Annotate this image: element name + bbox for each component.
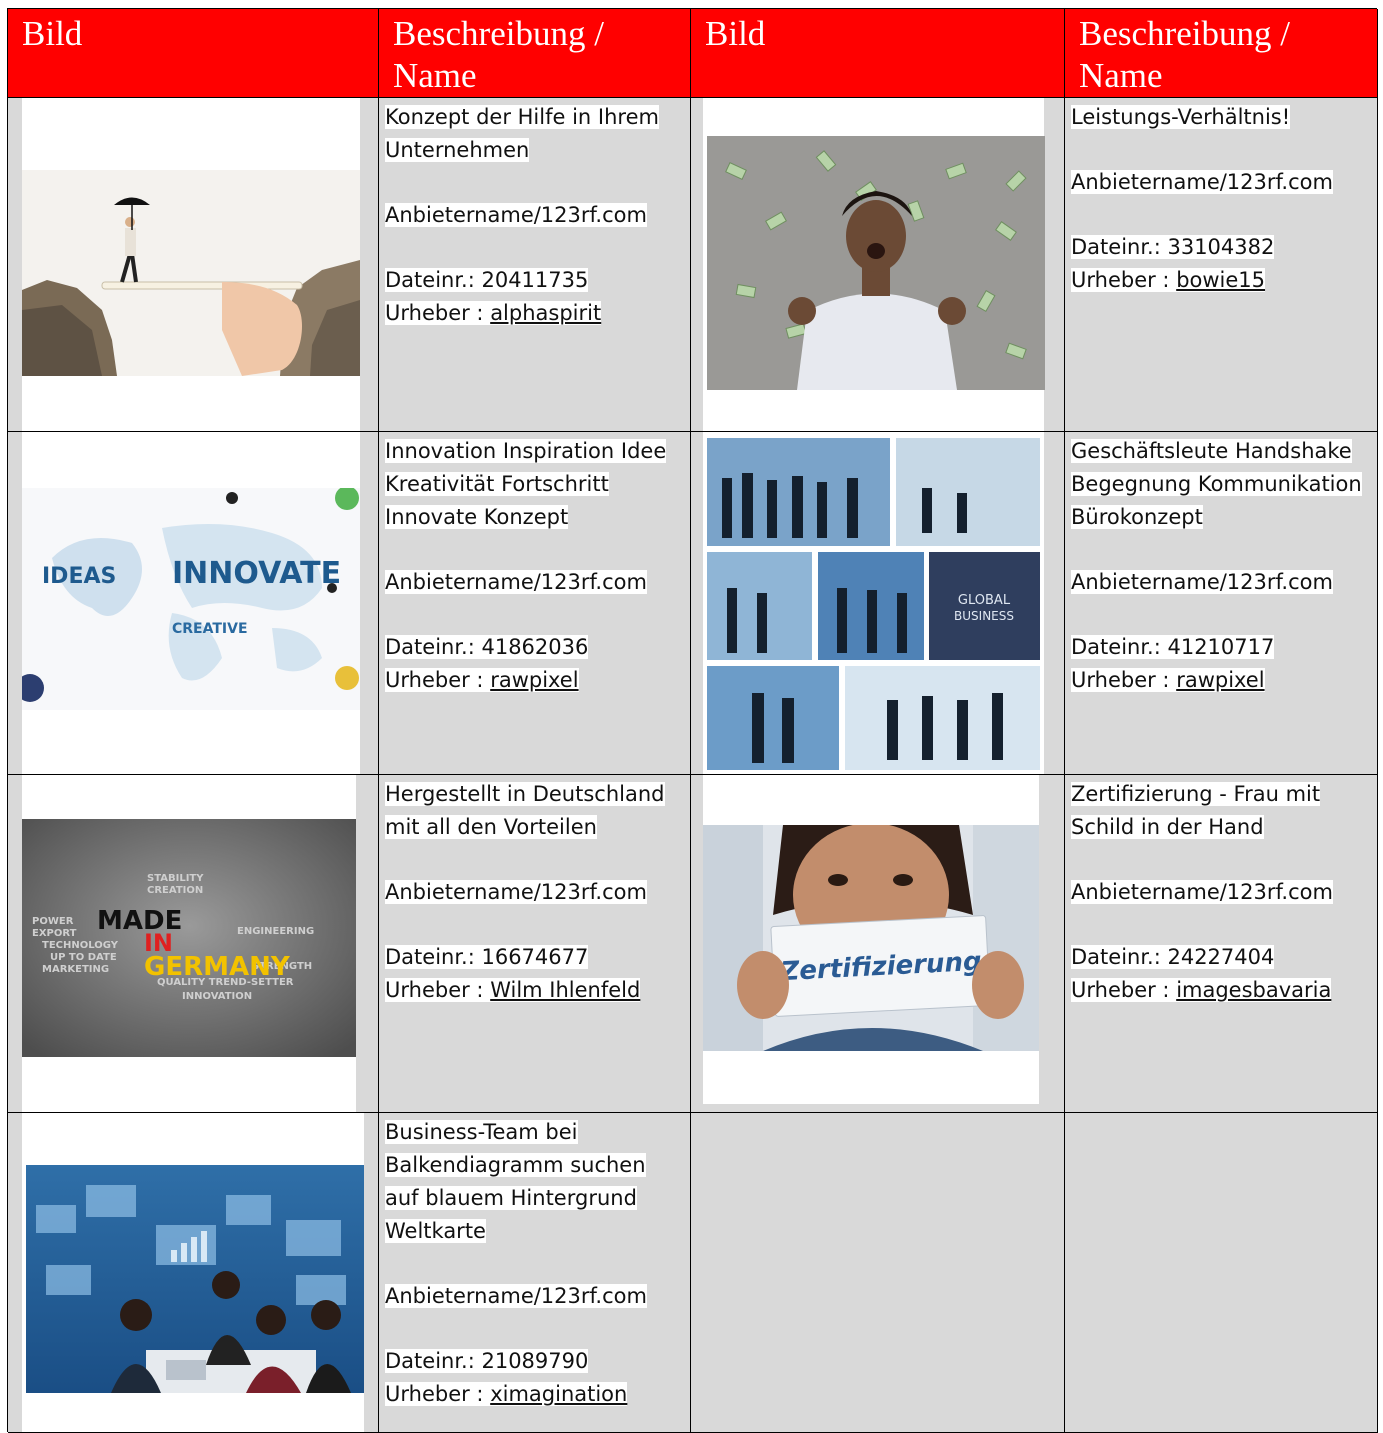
entry-title: Geschäftsleute Handshake Begegnung Kommu… — [1071, 439, 1362, 529]
empty-image-cell — [691, 1113, 1065, 1433]
entry-provider: Anbietername/123rf.com — [385, 570, 647, 594]
entry-author-label: Urheber : — [1071, 668, 1177, 692]
header-image-col-2: Bild — [691, 9, 1065, 98]
entry-file-number: Dateinr.: 21089790 — [385, 1349, 589, 1373]
global-business-collage-photo: GLOBAL BUSINESS — [707, 438, 1040, 770]
entry-author-label: Urheber : — [385, 1382, 491, 1406]
entry-title: Hergestellt in Deutschland mit all den V… — [385, 782, 665, 839]
description-cell: Geschäftsleute Handshake Begegnung Kommu… — [1065, 432, 1378, 775]
svg-text:UP TO DATE: UP TO DATE — [50, 952, 117, 963]
entry-author-link[interactable]: alphaspirit — [490, 301, 601, 325]
entry-title: Business-Team bei Balkendiagramm suchen … — [385, 1120, 646, 1243]
innovate-wordcloud-photo: INNOVATE IDEAS CREATIVE — [22, 488, 360, 710]
svg-text:IDEAS: IDEAS — [42, 564, 116, 589]
svg-text:CREATIVE: CREATIVE — [172, 621, 248, 637]
image-cell — [8, 1113, 379, 1433]
entry-author-label: Urheber : — [385, 668, 491, 692]
description-cell: Business-Team bei Balkendiagramm suchen … — [379, 1113, 691, 1433]
made-in-germany-wordcloud-photo: POWEREXPORT TECHNOLOGYUP TO DATE MARKETI… — [22, 819, 356, 1057]
entry-author-label: Urheber : — [1071, 268, 1177, 292]
entry-title: Zertifizierung - Frau mit Schild in der … — [1071, 782, 1321, 839]
entry-provider: Anbietername/123rf.com — [385, 880, 647, 904]
woman-zertifizierung-sign-photo: Zertifizierung — [703, 825, 1039, 1051]
entry-file-number: Dateinr.: 20411735 — [385, 268, 589, 292]
entry-author-link[interactable]: ximagination — [490, 1382, 627, 1406]
image-cell: INNOVATE IDEAS CREATIVE — [8, 432, 379, 775]
description-cell: Innovation Inspiration Idee Kreativität … — [379, 432, 691, 775]
entry-provider: Anbietername/123rf.com — [1071, 170, 1333, 194]
bridge-pencil-umbrella-photo — [22, 170, 360, 376]
image-cell: Zertifizierung — [691, 775, 1065, 1113]
business-team-chart-photo — [26, 1165, 364, 1393]
description-cell: Leistungs-Verhältnis! Anbietername/123rf… — [1065, 98, 1378, 432]
image-cell: POWER EXPORT TECHNOLOGY UP TO DATE MARKETI… — [8, 775, 379, 1113]
svg-text:INNOVATE: INNOVATE — [172, 556, 341, 591]
svg-text:TECHNOLOGY: TECHNOLOGY — [42, 940, 119, 951]
entry-author-label: Urheber : — [385, 301, 491, 325]
image-cell — [691, 98, 1065, 432]
svg-text:STABILITY: STABILITY — [147, 873, 204, 884]
image-credits-table: Bild Beschreibung / Name Bild Beschreibu… — [7, 8, 1378, 1433]
entry-title: Leistungs-Verhältnis! — [1071, 105, 1291, 129]
entry-author-link[interactable]: Wilm Ihlenfeld — [490, 978, 640, 1002]
entry-author-link[interactable]: imagesbavaria — [1176, 978, 1331, 1002]
svg-text:POWER: POWER — [32, 916, 74, 927]
description-cell: Zertifizierung - Frau mit Schild in der … — [1065, 775, 1378, 1113]
svg-text:CREATION: CREATION — [147, 885, 203, 896]
entry-file-number: Dateinr.: 16674677 — [385, 945, 589, 969]
entry-file-number: Dateinr.: 33104382 — [1071, 235, 1275, 259]
header-description-col-2: Beschreibung / Name — [1065, 9, 1378, 98]
man-money-rain-photo — [707, 136, 1045, 390]
entry-author-label: Urheber : — [385, 978, 491, 1002]
header-image-col-1: Bild — [8, 9, 379, 98]
svg-text:GLOBAL: GLOBAL — [958, 593, 1011, 608]
entry-author-link[interactable]: bowie15 — [1176, 268, 1265, 292]
svg-text:INNOVATION: INNOVATION — [182, 991, 252, 1002]
entry-title: Konzept der Hilfe in Ihrem Unternehmen — [385, 105, 659, 162]
empty-description-cell — [1065, 1113, 1378, 1433]
entry-provider: Anbietername/123rf.com — [1071, 570, 1333, 594]
entry-file-number: Dateinr.: 41210717 — [1071, 635, 1275, 659]
svg-text:MARKETING: MARKETING — [42, 964, 109, 975]
entry-author-label: Urheber : — [1071, 978, 1177, 1002]
entry-provider: Anbietername/123rf.com — [385, 1284, 647, 1308]
image-cell — [8, 98, 379, 432]
svg-text:ENGINEERING: ENGINEERING — [237, 926, 314, 937]
description-cell: Konzept der Hilfe in Ihrem Unternehmen A… — [379, 98, 691, 432]
svg-text:BUSINESS: BUSINESS — [954, 609, 1014, 623]
entry-author-link[interactable]: rawpixel — [1176, 668, 1264, 692]
header-description-col-1: Beschreibung / Name — [379, 9, 691, 98]
entry-provider: Anbietername/123rf.com — [385, 203, 647, 227]
description-cell: Hergestellt in Deutschland mit all den V… — [379, 775, 691, 1113]
entry-title: Innovation Inspiration Idee Kreativität … — [385, 439, 667, 529]
entry-provider: Anbietername/123rf.com — [1071, 880, 1333, 904]
entry-file-number: Dateinr.: 24227404 — [1071, 945, 1275, 969]
entry-author-link[interactable]: rawpixel — [490, 668, 578, 692]
svg-text:GERMANY: GERMANY — [144, 952, 291, 982]
image-cell: GLOBAL BUSINESS — [691, 432, 1065, 775]
svg-text:EXPORT: EXPORT — [32, 928, 77, 939]
entry-file-number: Dateinr.: 41862036 — [385, 635, 589, 659]
